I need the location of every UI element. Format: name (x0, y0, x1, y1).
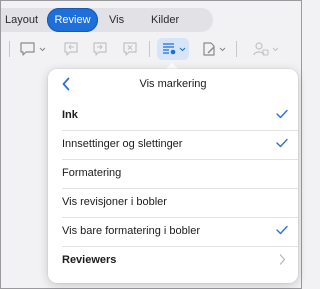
chevron-down-icon (39, 47, 46, 51)
tab-vis[interactable]: Vis (109, 8, 124, 32)
chevron-down-icon (219, 47, 226, 51)
tab-review[interactable]: Review (47, 8, 98, 32)
next-comment-button[interactable] (91, 39, 109, 59)
chevron-down-icon (272, 47, 279, 51)
markup-option-formatting[interactable]: Formatering (62, 159, 298, 188)
ribbon-tab-bar: Layout Review Vis Kilder (1, 8, 213, 32)
delete-comment-button[interactable] (121, 39, 139, 59)
chevron-right-icon (279, 254, 286, 265)
chevron-down-icon (179, 47, 186, 51)
markup-display-button[interactable] (161, 39, 186, 59)
markup-display-icon (163, 43, 176, 55)
next-comment-icon (93, 42, 107, 56)
markup-option-ink[interactable]: Ink (62, 101, 298, 130)
option-label: Vis revisjoner i bobler (62, 196, 167, 208)
option-label: Innsettinger og slettinger (62, 138, 183, 150)
previous-comment-icon (64, 42, 78, 56)
markup-popover: Vis markering Ink Innsettinger og sletti… (48, 69, 298, 283)
markup-option-insertions-deletions[interactable]: Innsettinger og slettinger (62, 130, 298, 159)
new-comment-icon (20, 42, 35, 56)
delete-comment-icon (123, 42, 137, 56)
review-toolbar (1, 35, 301, 63)
tab-layout[interactable]: Layout (5, 8, 38, 32)
option-label: Formatering (62, 167, 122, 179)
popover-header: Vis markering (48, 69, 298, 101)
markup-option-revisions-in-balloons[interactable]: Vis revisjoner i bobler (62, 188, 298, 217)
app-frame: Layout Review Vis Kilder Vis markering I… (0, 0, 302, 289)
track-changes-icon (203, 42, 215, 56)
popover-title: Vis markering (139, 78, 207, 90)
toolbar-separator (236, 41, 237, 57)
markup-option-formatting-only-in-balloons[interactable]: Vis bare formatering i bobler (62, 217, 298, 246)
track-changes-button[interactable] (201, 39, 226, 59)
reviewers-menu-item[interactable]: Reviewers (62, 246, 298, 275)
restrict-editing-icon (253, 42, 269, 56)
option-label: Ink (62, 109, 78, 121)
option-label: Vis bare formatering i bobler (62, 225, 200, 237)
previous-comment-button[interactable] (62, 39, 80, 59)
tab-kilder[interactable]: Kilder (151, 8, 179, 32)
checkmark-icon (276, 109, 288, 119)
toolbar-separator (9, 41, 10, 57)
new-comment-button[interactable] (19, 39, 46, 59)
toolbar-separator (149, 41, 150, 57)
checkmark-icon (276, 225, 288, 235)
option-label: Reviewers (62, 254, 117, 266)
checkmark-icon (276, 138, 288, 148)
restrict-editing-button[interactable] (252, 39, 279, 59)
